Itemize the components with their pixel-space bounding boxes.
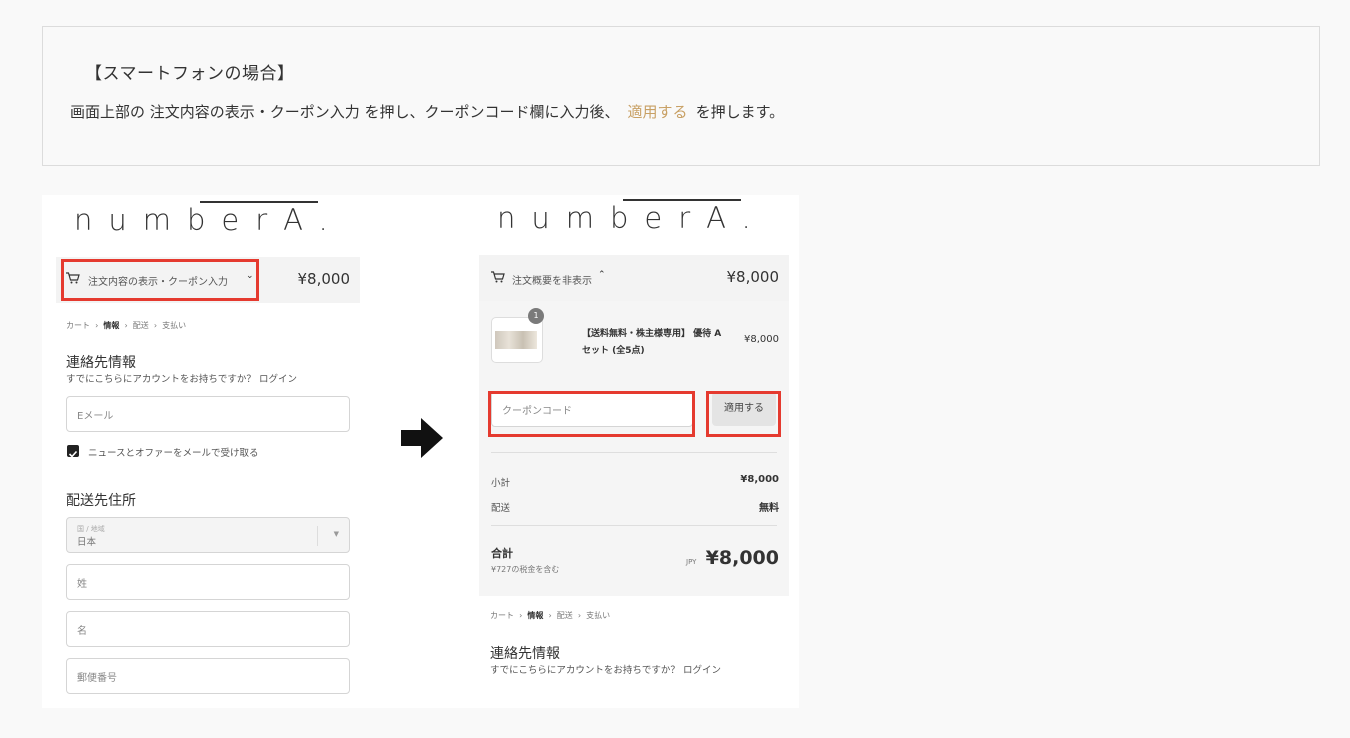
product-price: ¥8,000 [744,334,779,345]
newsletter-checkbox[interactable] [67,445,79,458]
email-field[interactable]: Eメール [66,396,350,432]
quantity-badge: 1 [528,308,544,324]
dropdown-caret-icon: ▼ [333,530,339,538]
login-link[interactable]: ログイン [259,374,297,385]
brand-logo-right: numberA. [497,201,767,235]
country-label: 国 / 地域 [77,525,105,533]
logo-overline [200,201,318,203]
right-arrow-icon [401,418,443,458]
product-image [495,331,537,349]
breadcrumb-shipping: 配送 [556,611,573,620]
product-name-line2: セット (全5点) [582,346,645,356]
total-label: 合計 [491,547,513,560]
order-summary-panel: 1 【送料無料・株主様専用】 優待 A セット (全5点) ¥8,000 クーポ… [479,301,789,596]
login-link[interactable]: ログイン [683,665,721,676]
instruction-text-after: を押します。 [695,103,785,121]
postal-code-field[interactable]: 郵便番号 [66,658,350,694]
breadcrumb-payment: 支払い [162,321,187,330]
summary-price: ¥8,000 [297,270,351,288]
country-select[interactable]: 国 / 地域 日本 ▼ [66,517,350,553]
instruction-heading: 【スマートフォンの場合】 [85,64,295,84]
country-value: 日本 [77,537,97,548]
instruction-text: 画面上部の 注文内容の表示・クーポン入力 を押し、クーポンコード欄に入力後、 適用… [70,101,784,122]
order-summary-bar-right[interactable]: 注文概要を非表示 ⌃ ¥8,000 [479,255,789,301]
breadcrumb-payment: 支払い [586,611,611,620]
instruction-box: 【スマートフォンの場合】 画面上部の 注文内容の表示・クーポン入力 を押し、クー… [42,26,1320,166]
apply-link[interactable]: 適用する [628,103,688,121]
contact-title: 連絡先情報 [66,355,136,371]
shipping-label: 配送 [491,503,511,514]
highlight-box-summary [61,259,259,301]
last-name-field[interactable]: 姓 [66,564,350,600]
account-prompt: すでにこちらにアカウントをお持ちですか？ ログイン [490,662,721,676]
check-icon [68,450,78,458]
first-name-field[interactable]: 名 [66,611,350,647]
product-name-line1: 【送料無料・株主様専用】 優待 A [582,329,722,339]
breadcrumb-cart[interactable]: カート [66,321,90,330]
cart-icon [491,271,505,283]
logo-overline [623,199,741,201]
breadcrumb-cart[interactable]: カート [490,611,514,620]
breadcrumb-left: カート › 情報 › 配送 › 支払い [66,321,187,330]
summary-price: ¥8,000 [726,268,780,286]
breadcrumb-info: 情報 [103,321,120,330]
account-prompt-text: すでにこちらにアカウントをお持ちですか？ [66,374,256,385]
summary-toggle-label[interactable]: 注文概要を非表示 [512,272,592,287]
breadcrumb-right: カート › 情報 › 配送 › 支払い [490,611,611,620]
divider [491,452,777,453]
chevron-up-icon: ⌃ [598,270,606,280]
currency-code: JPY [686,558,697,566]
newsletter-label: ニュースとオファーをメールで受け取る [88,448,259,459]
select-divider [317,526,318,546]
breadcrumb-info: 情報 [527,611,544,620]
account-prompt-text: すでにこちらにアカウントをお持ちですか？ [490,665,680,676]
subtotal-value: ¥8,000 [740,474,779,485]
tax-note: ¥727の税金を含む [491,565,560,574]
instruction-text-before: 画面上部の 注文内容の表示・クーポン入力 を押し、クーポンコード欄に入力後、 [70,103,620,121]
subtotal-label: 小計 [491,478,511,489]
highlight-box-coupon [488,391,695,437]
account-prompt: すでにこちらにアカウントをお持ちですか？ ログイン [66,371,297,385]
brand-logo-left: numberA. [74,203,344,237]
total-value: ¥8,000 [705,547,779,569]
highlight-box-apply [706,391,781,437]
breadcrumb-shipping: 配送 [132,321,149,330]
contact-title: 連絡先情報 [490,646,560,662]
shipping-value: 無料 [759,503,779,514]
divider [491,525,777,526]
shipping-title: 配送先住所 [66,493,136,509]
screenshot-composite: numberA. 注文内容の表示・クーポン入力 ⌄ ¥8,000 カート › 情… [42,195,799,708]
